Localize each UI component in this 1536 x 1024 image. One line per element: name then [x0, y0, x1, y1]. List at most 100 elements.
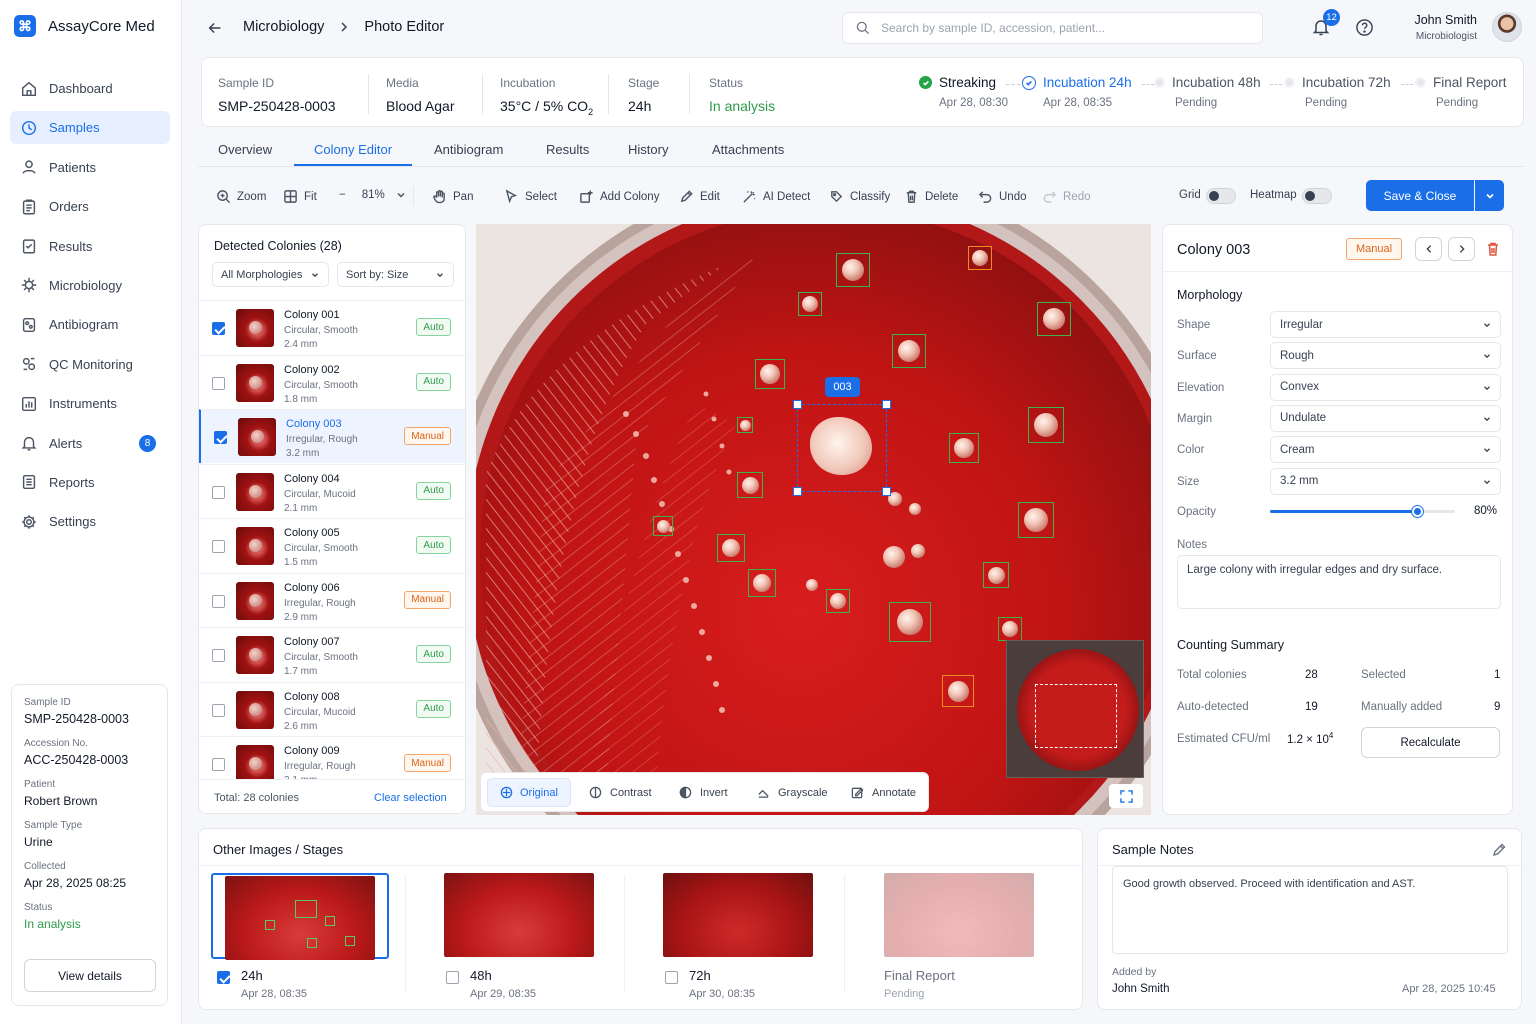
undo-button[interactable]: Undo — [978, 189, 1027, 204]
minimap[interactable] — [1006, 640, 1144, 778]
tab-overview[interactable]: Overview — [218, 142, 272, 157]
colony-bounding-box[interactable] — [942, 675, 974, 707]
colony-checkbox[interactable] — [212, 594, 225, 608]
zoom-button[interactable]: Zoom — [216, 189, 266, 204]
morphology-size-select[interactable]: 3.2 mm — [1270, 467, 1501, 495]
colony-list-item[interactable]: Colony 003 Irregular, Rough 3.2 mm Manual — [199, 409, 465, 463]
selected-colony-box[interactable] — [793, 400, 891, 496]
stage-checkbox[interactable] — [446, 971, 459, 984]
step-incubation-48h[interactable]: Incubation 48h Pending — [1154, 75, 1261, 109]
app-logo[interactable]: ⌘ AssayCore Med — [14, 15, 155, 37]
breadcrumb-parent[interactable]: Microbiology — [243, 19, 324, 35]
colony-checkbox[interactable] — [212, 485, 225, 499]
tab-colony-editor[interactable]: Colony Editor — [314, 142, 392, 157]
colony-bounding-box[interactable] — [1028, 407, 1064, 443]
step-incubation-24h[interactable]: Incubation 24h Apr 28, 08:35 — [1022, 75, 1132, 109]
sidebar-item-settings[interactable]: Settings — [10, 505, 170, 538]
morphology-filter-select[interactable]: All Morphologies — [212, 262, 329, 287]
avatar[interactable] — [1492, 12, 1522, 42]
resize-handle[interactable] — [793, 487, 802, 496]
ai-detect-button[interactable]: AI Detect — [742, 189, 810, 204]
colony-list-item[interactable]: Colony 008 Circular, Mucoid 2.6 mm Auto — [199, 681, 465, 736]
colony-bounding-box[interactable] — [892, 334, 926, 368]
sidebar-item-antibiogram[interactable]: Antibiogram — [10, 308, 170, 341]
colony-list-item[interactable]: Colony 002 Circular, Smooth 1.8 mm Auto — [199, 354, 465, 409]
colony-checkbox[interactable] — [212, 649, 225, 662]
sidebar-item-alerts[interactable]: Alerts 8 — [10, 427, 170, 460]
sidebar-item-instruments[interactable]: Instruments — [10, 387, 170, 420]
recalculate-button[interactable]: Recalculate — [1361, 727, 1500, 758]
colony-bounding-box[interactable] — [889, 602, 931, 642]
colony-bounding-box[interactable] — [737, 472, 763, 498]
colony-checkbox[interactable] — [212, 376, 225, 390]
heatmap-toggle[interactable] — [1302, 188, 1332, 204]
colony-bounding-box[interactable] — [737, 417, 753, 433]
colony-checkbox[interactable] — [212, 322, 225, 335]
filter-contrast[interactable]: Contrast — [589, 786, 652, 799]
colony-bounding-box[interactable] — [968, 246, 992, 270]
grid-toggle[interactable] — [1206, 188, 1236, 204]
colony-checkbox[interactable] — [214, 431, 227, 444]
plate-image-viewer[interactable]: 003 Original Contrast Invert Grayscale A… — [476, 224, 1151, 815]
sidebar-item-dashboard[interactable]: Dashboard — [10, 72, 170, 105]
classify-button[interactable]: Classify — [829, 189, 890, 204]
opacity-slider-handle[interactable] — [1412, 506, 1423, 517]
sidebar-item-patients[interactable]: Patients — [10, 151, 170, 184]
add-colony-button[interactable]: Add Colony — [579, 189, 659, 204]
sort-select[interactable]: Sort by: Size — [337, 262, 454, 287]
sidebar-item-samples[interactable]: Samples — [10, 111, 170, 145]
morphology-shape-select[interactable]: Irregular — [1270, 311, 1501, 338]
user-info[interactable]: John Smith Microbiologist — [1412, 13, 1477, 42]
tab-history[interactable]: History — [628, 142, 668, 157]
colony-bounding-box[interactable] — [998, 617, 1022, 641]
tab-antibiogram[interactable]: Antibiogram — [434, 142, 503, 157]
colony-list-item[interactable]: Colony 001 Circular, Smooth 2.4 mm Auto — [199, 300, 465, 354]
sidebar-item-reports[interactable]: Reports — [10, 466, 170, 499]
tab-results[interactable]: Results — [546, 142, 589, 157]
colony-bounding-box[interactable] — [1018, 502, 1054, 538]
edit-notes-button[interactable] — [1491, 842, 1507, 858]
select-button[interactable]: Select — [504, 189, 557, 204]
colony-bounding-box[interactable] — [983, 562, 1009, 588]
fit-button[interactable]: Fit — [283, 189, 317, 204]
sidebar-item-results[interactable]: Results — [10, 230, 170, 263]
morphology-elevation-select[interactable]: Convex — [1270, 373, 1501, 401]
step-final-report[interactable]: Final Report Pending — [1415, 75, 1507, 109]
colony-checkbox[interactable] — [212, 703, 225, 717]
resize-handle[interactable] — [882, 487, 891, 496]
colony-notes-textarea[interactable]: Large colony with irregular edges and dr… — [1177, 555, 1501, 609]
sidebar-item-qc-monitoring[interactable]: QC Monitoring — [10, 348, 170, 381]
clear-selection-link[interactable]: Clear selection — [374, 792, 447, 804]
tab-attachments[interactable]: Attachments — [712, 142, 784, 157]
filter-grayscale[interactable]: Grayscale — [757, 786, 828, 799]
sidebar-item-microbiology[interactable]: Microbiology — [10, 269, 170, 302]
colony-bounding-box[interactable] — [748, 569, 776, 597]
back-arrow-icon[interactable] — [205, 18, 225, 38]
sample-notes-textarea[interactable]: Good growth observed. Proceed with ident… — [1112, 866, 1508, 954]
colony-checkbox[interactable] — [212, 540, 225, 553]
redo-button[interactable]: Redo — [1042, 189, 1091, 204]
colony-bounding-box[interactable] — [836, 253, 870, 287]
sidebar-item-orders[interactable]: Orders — [10, 190, 170, 223]
step-streaking[interactable]: Streaking Apr 28, 08:30 — [919, 75, 1008, 109]
delete-button[interactable]: Delete — [904, 189, 958, 204]
pan-button[interactable]: Pan — [432, 189, 473, 204]
colony-list-item[interactable]: Colony 006 Irregular, Rough 2.9 mm Manual — [199, 572, 465, 627]
notifications-button[interactable]: 12 — [1311, 9, 1340, 37]
save-close-button[interactable]: Save & Close — [1366, 180, 1474, 211]
save-options-dropdown[interactable] — [1475, 180, 1504, 211]
step-incubation-72h[interactable]: Incubation 72h Pending — [1284, 75, 1391, 109]
next-colony-button[interactable] — [1448, 237, 1475, 261]
colony-bounding-box[interactable] — [717, 534, 745, 562]
edit-button[interactable]: Edit — [679, 189, 720, 204]
minimap-viewport[interactable] — [1035, 684, 1117, 748]
delete-colony-button[interactable] — [1485, 241, 1501, 257]
view-details-button[interactable]: View details — [24, 959, 156, 992]
colony-list-item[interactable]: Colony 004 Circular, Mucoid 2.1 mm Auto — [199, 463, 465, 518]
colony-list-item[interactable]: Colony 007 Circular, Smooth 1.7 mm Auto — [199, 627, 465, 681]
filter-annotate[interactable]: Annotate — [851, 786, 916, 799]
colony-bounding-box[interactable] — [826, 589, 850, 613]
search-input[interactable]: Search by sample ID, accession, patient.… — [842, 12, 1263, 44]
morphology-margin-select[interactable]: Undulate — [1270, 404, 1501, 432]
colony-list-item[interactable]: Colony 005 Circular, Smooth 1.5 mm Auto — [199, 518, 465, 572]
